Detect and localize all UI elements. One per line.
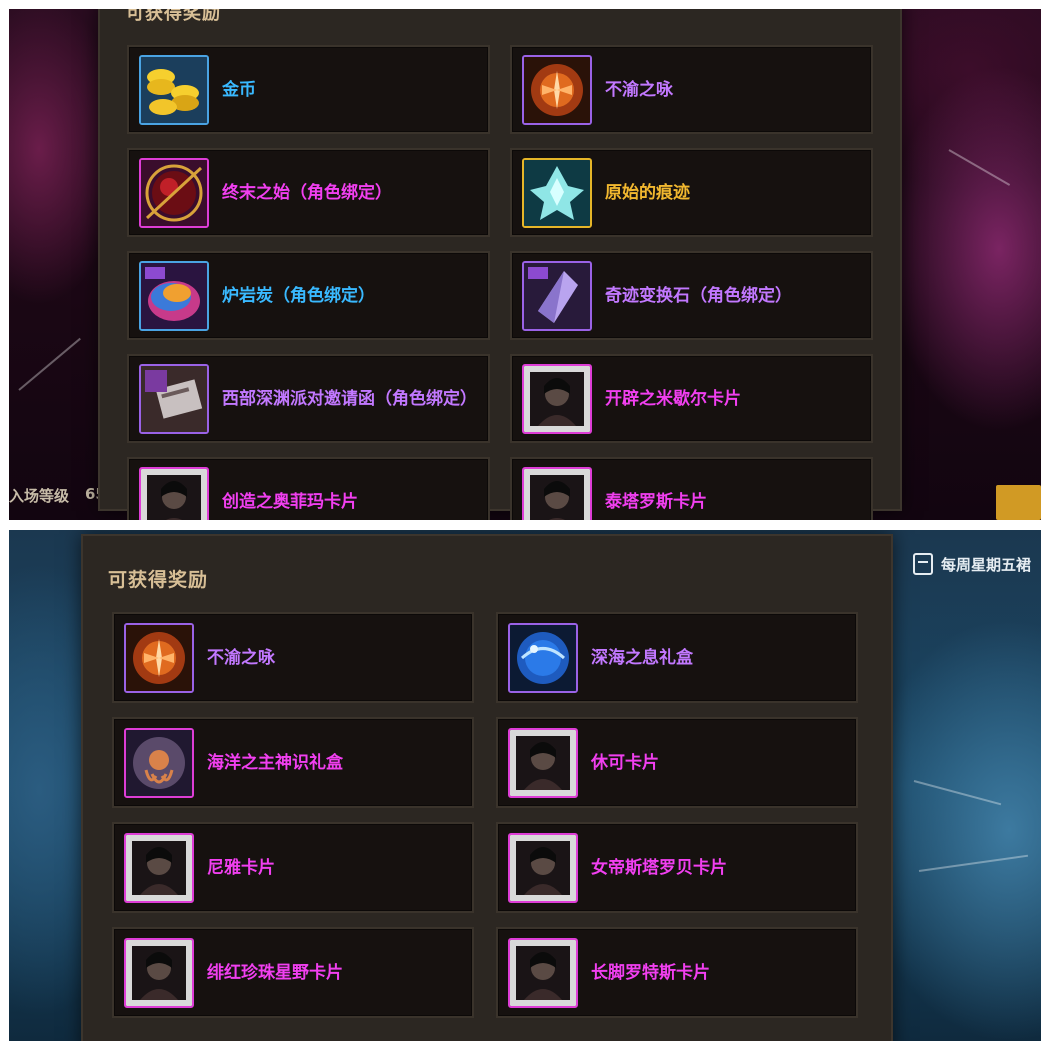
character-card-icon	[508, 937, 578, 1008]
reward-label: 长脚罗特斯卡片	[591, 962, 710, 983]
invitation-letter-icon	[139, 363, 209, 434]
reward-item[interactable]: 开辟之米歇尔卡片	[510, 354, 873, 443]
reward-item[interactable]: 绯红珍珠星野卡片	[112, 927, 474, 1018]
reward-label: 不渝之咏	[605, 79, 673, 100]
reward-item[interactable]: 不渝之咏	[112, 612, 474, 703]
debris-streak	[918, 854, 1029, 872]
reward-item[interactable]: 长脚罗特斯卡片	[496, 927, 858, 1018]
reward-item[interactable]: 创造之奥菲玛卡片	[127, 457, 490, 520]
crystal-shard-icon	[522, 157, 592, 228]
panel-title: 可获得奖励	[108, 569, 209, 591]
top-screenshot: 入场等级 65 可获得奖励 金币 不渝之咏 终末之始（角色绑定） 原始的痕迹 炉岩炭（角…	[9, 9, 1041, 520]
reward-grid: 金币 不渝之咏终末之始（角色绑定） 原始的痕迹炉岩炭（角色绑定） 奇迹变换石（角色绑定…	[127, 45, 873, 520]
reward-label: 炉岩炭（角色绑定）	[222, 285, 375, 306]
reward-item[interactable]: 奇迹变换石（角色绑定）	[510, 251, 873, 340]
red-orb-icon	[139, 157, 209, 228]
reward-item[interactable]: 西部深渊派对邀请函（角色绑定）	[127, 354, 490, 443]
rainbow-stone-icon	[139, 260, 209, 331]
reward-item[interactable]: 原始的痕迹	[510, 148, 873, 237]
gold-coins-icon	[139, 54, 209, 125]
reward-label: 女帝斯塔罗贝卡片	[591, 857, 727, 878]
reward-panel: 可获得奖励 不渝之咏 深海之息礼盒海洋之主神识礼盒 休可卡片尼雅卡片 女帝斯塔罗贝卡片…	[81, 534, 893, 1041]
reward-label: 终末之始（角色绑定）	[222, 182, 392, 203]
character-card-icon	[522, 466, 592, 520]
reward-item[interactable]: 金币	[127, 45, 490, 134]
calendar-icon	[913, 553, 933, 575]
character-card-icon	[124, 832, 194, 903]
lightning-streak	[18, 337, 81, 391]
reward-label: 原始的痕迹	[605, 182, 690, 203]
character-card-icon	[508, 832, 578, 903]
reward-label: 不渝之咏	[207, 647, 275, 668]
debris-streak	[913, 780, 1002, 806]
weekly-schedule[interactable]: 每周星期五裙	[913, 549, 1041, 579]
crimson-emblem-icon	[124, 622, 194, 693]
reward-item[interactable]: 泰塔罗斯卡片	[510, 457, 873, 520]
reward-label: 奇迹变换石（角色绑定）	[605, 285, 792, 306]
violet-crystal-icon	[522, 260, 592, 331]
reward-item[interactable]: 终末之始（角色绑定）	[127, 148, 490, 237]
reward-label: 创造之奥菲玛卡片	[222, 491, 358, 512]
reward-panel: 可获得奖励 金币 不渝之咏终末之始（角色绑定） 原始的痕迹炉岩炭（角色绑定） 奇迹变换…	[98, 9, 902, 520]
character-card-icon	[522, 363, 592, 434]
reward-item[interactable]: 海洋之主神识礼盒	[112, 717, 474, 808]
reward-label: 开辟之米歇尔卡片	[605, 388, 741, 409]
reward-label: 泰塔罗斯卡片	[605, 491, 707, 512]
deep-sea-orb-icon	[508, 622, 578, 693]
entry-level-label: 入场等级	[9, 487, 70, 505]
reward-item[interactable]: 深海之息礼盒	[496, 612, 858, 703]
reward-label: 休可卡片	[591, 752, 659, 773]
reward-label: 金币	[222, 79, 256, 100]
reward-grid: 不渝之咏 深海之息礼盒海洋之主神识礼盒 休可卡片尼雅卡片 女帝斯塔罗贝卡片绯红珍珠星野…	[112, 612, 858, 1018]
reward-item[interactable]: 休可卡片	[496, 717, 858, 808]
reward-item[interactable]: 尼雅卡片	[112, 822, 474, 913]
character-card-icon	[139, 466, 209, 520]
kraken-orb-icon	[124, 727, 194, 798]
character-card-icon	[124, 937, 194, 1008]
reward-item[interactable]: 不渝之咏	[510, 45, 873, 134]
reward-item[interactable]: 炉岩炭（角色绑定）	[127, 251, 490, 340]
character-card-icon	[508, 727, 578, 798]
crimson-emblem-icon	[522, 54, 592, 125]
side-button[interactable]	[996, 485, 1041, 520]
reward-label: 深海之息礼盒	[591, 647, 693, 668]
weekly-schedule-text: 每周星期五裙	[941, 555, 1032, 574]
panel-title: 可获得奖励	[126, 9, 221, 24]
reward-label: 尼雅卡片	[207, 857, 275, 878]
reward-label: 西部深渊派对邀请函（角色绑定）	[222, 388, 477, 409]
reward-label: 海洋之主神识礼盒	[207, 752, 343, 773]
bottom-screenshot: 每周星期五裙 可获得奖励 不渝之咏 深海之息礼盒海洋之主神识礼盒 休可卡片尼雅卡片 女…	[9, 530, 1041, 1041]
reward-item[interactable]: 女帝斯塔罗贝卡片	[496, 822, 858, 913]
reward-label: 绯红珍珠星野卡片	[207, 962, 343, 983]
lightning-streak	[948, 149, 1011, 186]
